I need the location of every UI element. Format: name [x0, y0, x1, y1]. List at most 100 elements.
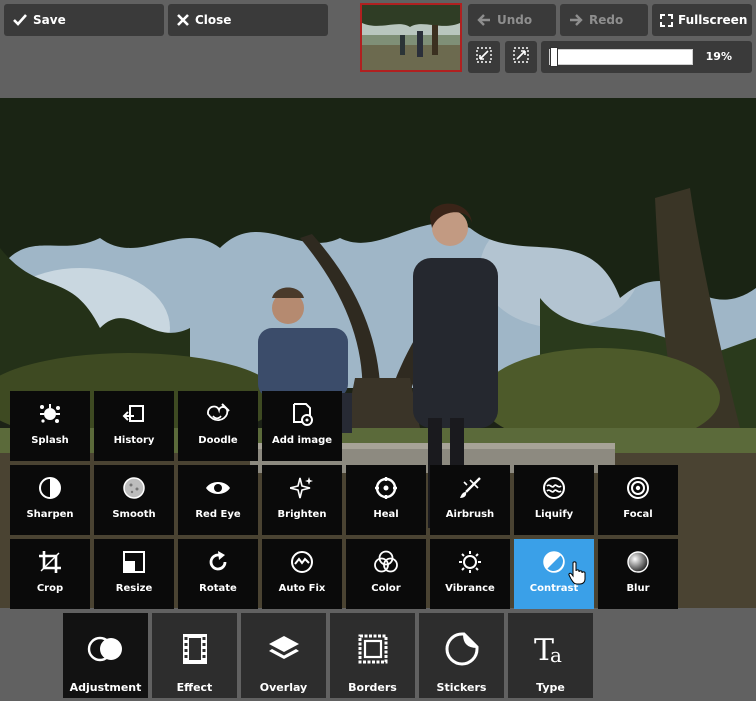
zoom-actual-size-button[interactable] — [468, 41, 500, 73]
tool-label: Color — [371, 583, 401, 594]
tool-label: Smooth — [112, 509, 156, 520]
tool-label: Add image — [271, 435, 333, 446]
tool-label: Red Eye — [195, 509, 241, 520]
category-label: Adjustment — [69, 681, 142, 694]
zoom-slider-track[interactable] — [549, 49, 693, 65]
tool-doodle[interactable]: Doodle — [178, 391, 258, 461]
svg-text:a: a — [550, 643, 562, 667]
undo-label: Undo — [497, 13, 533, 27]
category-label: Overlay — [259, 681, 308, 694]
adjustment-icon — [87, 631, 125, 667]
tool-heal[interactable]: Heal — [346, 465, 426, 535]
category-effect[interactable]: Effect — [152, 613, 237, 698]
tool-color[interactable]: Color — [346, 539, 426, 609]
smooth-icon — [122, 475, 146, 501]
save-label: Save — [33, 13, 66, 27]
tool-label: Liquify — [534, 509, 574, 520]
crop-icon — [38, 549, 62, 575]
category-label: Type — [536, 681, 565, 694]
vibrance-icon — [458, 549, 482, 575]
tool-label: History — [113, 435, 155, 446]
tool-label: Rotate — [199, 583, 237, 594]
fullscreen-button[interactable]: Fullscreen — [652, 4, 752, 36]
tool-brighten[interactable]: Brighten — [262, 465, 342, 535]
auto-fix-icon — [290, 549, 314, 575]
zoom-slider-thumb[interactable] — [550, 47, 558, 67]
x-icon — [177, 14, 189, 26]
tool-liquify[interactable]: Liquify — [514, 465, 594, 535]
redo-button[interactable]: Redo — [560, 4, 648, 36]
category-stickers[interactable]: Stickers — [419, 613, 504, 698]
fullscreen-label: Fullscreen — [678, 13, 748, 27]
sparkle-icon — [290, 475, 314, 501]
tool-label: Resize — [115, 583, 153, 594]
color-circles-icon — [373, 549, 399, 575]
expand-icon — [660, 13, 673, 27]
sharpen-icon — [38, 475, 62, 501]
zoom-fit-icon — [513, 47, 529, 67]
layers-icon — [267, 631, 301, 667]
border-frame-icon — [357, 631, 389, 667]
category-label: Borders — [348, 681, 397, 694]
tool-add-image[interactable]: Add image — [262, 391, 342, 461]
undo-button[interactable]: Undo — [468, 4, 556, 36]
doodle-icon — [205, 401, 231, 427]
category-type[interactable]: Ta Type — [508, 613, 593, 698]
navigator-thumbnail[interactable] — [360, 3, 462, 72]
rotate-icon — [206, 549, 230, 575]
tool-splash[interactable]: Splash — [10, 391, 90, 461]
heal-icon — [374, 475, 398, 501]
category-borders[interactable]: Borders — [330, 613, 415, 698]
arrow-left-icon — [477, 14, 491, 26]
tool-smooth[interactable]: Smooth — [94, 465, 174, 535]
add-image-icon — [290, 401, 314, 427]
blur-icon — [626, 549, 650, 575]
category-label: Stickers — [436, 681, 487, 694]
tool-red-eye[interactable]: Red Eye — [178, 465, 258, 535]
category-label: Effect — [176, 681, 213, 694]
sticker-icon — [445, 631, 479, 667]
tool-auto-fix[interactable]: Auto Fix — [262, 539, 342, 609]
tool-history[interactable]: History — [94, 391, 174, 461]
tool-label: Airbrush — [445, 509, 495, 520]
tool-label: Sharpen — [26, 509, 74, 520]
liquify-icon — [542, 475, 566, 501]
tool-rotate[interactable]: Rotate — [178, 539, 258, 609]
check-icon — [13, 14, 27, 26]
splash-icon — [38, 401, 62, 427]
tool-label: Auto Fix — [278, 583, 326, 594]
redo-label: Redo — [589, 13, 624, 27]
history-icon — [122, 401, 146, 427]
tool-contrast[interactable]: Contrast — [514, 539, 594, 609]
focal-icon — [626, 475, 650, 501]
category-adjustment[interactable]: Adjustment — [63, 613, 148, 698]
tool-focal[interactable]: Focal — [598, 465, 678, 535]
tool-label: Blur — [626, 583, 650, 594]
zoom-actual-icon — [476, 47, 492, 67]
zoom-fit-button[interactable] — [505, 41, 537, 73]
hand-cursor-icon — [568, 561, 586, 589]
tool-sharpen[interactable]: Sharpen — [10, 465, 90, 535]
tool-vibrance[interactable]: Vibrance — [430, 539, 510, 609]
tool-blur[interactable]: Blur — [598, 539, 678, 609]
tool-crop[interactable]: Crop — [10, 539, 90, 609]
zoom-control: 19% — [541, 41, 752, 73]
tool-resize[interactable]: Resize — [94, 539, 174, 609]
tool-label: Crop — [36, 583, 64, 594]
tool-label: Focal — [623, 509, 653, 520]
tool-label: Doodle — [198, 435, 238, 446]
tool-airbrush[interactable]: Airbrush — [430, 465, 510, 535]
arrow-right-icon — [569, 14, 583, 26]
airbrush-icon — [458, 475, 482, 501]
film-strip-icon — [181, 631, 209, 667]
type-icon: Ta — [533, 631, 569, 667]
close-button[interactable]: Close — [168, 4, 328, 36]
tool-label: Vibrance — [445, 583, 495, 594]
zoom-percent: 19% — [705, 50, 732, 63]
save-button[interactable]: Save — [4, 4, 164, 36]
category-overlay[interactable]: Overlay — [241, 613, 326, 698]
eye-icon — [205, 475, 231, 501]
resize-icon — [122, 549, 146, 575]
tool-label: Heal — [373, 509, 399, 520]
tool-label: Brighten — [277, 509, 327, 520]
